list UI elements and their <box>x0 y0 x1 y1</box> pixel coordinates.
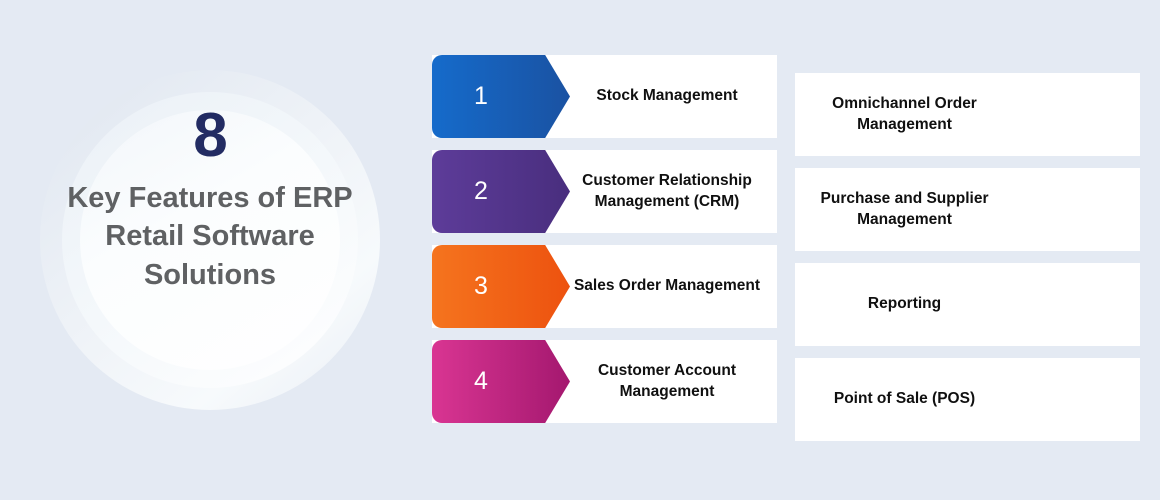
feature-label-4: Customer Account Management <box>597 362 737 400</box>
feature-label-7: Reporting <box>867 295 942 313</box>
feature-label-8: Point of Sale (POS) <box>833 390 976 408</box>
feature-card-7[interactable]: Reporting 7 <box>795 263 1140 346</box>
feature-number-2: 2 <box>474 177 488 205</box>
feature-card-8[interactable]: Point of Sale (POS) 8 <box>795 358 1140 441</box>
feature-label-3: Sales Order Management <box>573 277 761 295</box>
feature-card-3[interactable]: 3 Sales Order Management <box>432 245 777 328</box>
feature-card-1[interactable]: 1 Stock Management <box>432 55 777 138</box>
feature-badge-7: 7 <box>1002 263 1140 346</box>
feature-card-2[interactable]: 2 Customer Relationship Management (CRM) <box>432 150 777 233</box>
feature-card-4[interactable]: 4 Customer Account Management <box>432 340 777 423</box>
feature-badge-5: 5 <box>1002 73 1140 156</box>
feature-badge-8: 8 <box>1002 358 1140 441</box>
right-feature-column: Omnichannel Order Management 5 Purchase … <box>795 0 1140 500</box>
feature-card-5[interactable]: Omnichannel Order Management 5 <box>795 73 1140 156</box>
feature-badge-4: 4 <box>432 340 570 423</box>
feature-card-6[interactable]: Purchase and Supplier Management 6 <box>795 168 1140 251</box>
hero-panel: 8 Key Features of ERP Retail Software So… <box>0 0 420 500</box>
feature-badge-1: 1 <box>432 55 570 138</box>
page-title: Key Features of ERP Retail Software Solu… <box>67 182 353 291</box>
feature-label-2: Customer Relationship Management (CRM) <box>582 172 752 210</box>
feature-label-5: Omnichannel Order Management <box>832 95 977 133</box>
feature-label-1: Stock Management <box>596 87 738 105</box>
feature-number-1: 1 <box>474 82 488 110</box>
feature-label-6: Purchase and Supplier Management <box>820 190 989 228</box>
hero-number: 8 <box>193 101 227 170</box>
feature-number-8: 8 <box>1084 385 1098 413</box>
feature-badge-2: 2 <box>432 150 570 233</box>
feature-badge-3: 3 <box>432 245 570 328</box>
feature-number-7: 7 <box>1084 290 1098 318</box>
feature-badge-6: 6 <box>1002 168 1140 251</box>
feature-number-3: 3 <box>474 272 488 300</box>
feature-number-4: 4 <box>474 367 488 395</box>
left-feature-column: 1 Stock Management 2 Customer Relationsh… <box>432 0 777 500</box>
feature-number-5: 5 <box>1084 100 1098 128</box>
infographic-root: 8 Key Features of ERP Retail Software So… <box>0 0 1160 500</box>
feature-number-6: 6 <box>1084 195 1098 223</box>
hero-content: 8 Key Features of ERP Retail Software So… <box>45 105 375 294</box>
